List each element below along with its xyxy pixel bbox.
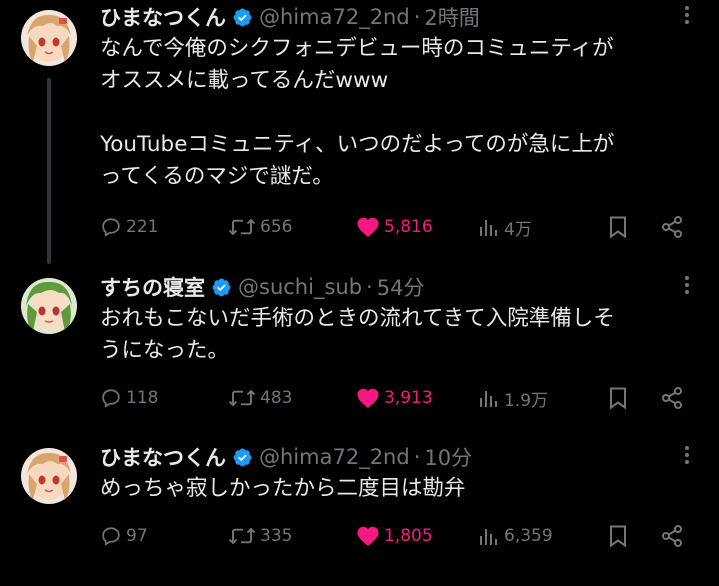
user-handle[interactable]: @hima72_2nd — [259, 445, 410, 469]
separator-dot: · — [413, 445, 421, 469]
views-icon — [480, 220, 497, 236]
views-count: 1.9万 — [504, 390, 549, 411]
retweet-icon — [228, 218, 256, 236]
reply-icon — [102, 389, 120, 408]
retweet-icon — [228, 389, 256, 407]
views-icon — [480, 529, 497, 545]
heart-icon — [357, 217, 379, 237]
bookmark-button[interactable] — [608, 383, 632, 413]
timestamp[interactable]: 54分 — [377, 272, 425, 302]
separator-dot: · — [366, 275, 373, 299]
tweet-line: うになった。 — [100, 338, 230, 363]
timestamp[interactable]: 2時間 — [424, 2, 479, 32]
share-icon — [662, 525, 682, 547]
like-button[interactable]: 1,805 — [356, 521, 433, 551]
like-count: 1,805 — [384, 526, 433, 546]
views-button[interactable]: 4万 — [478, 212, 532, 242]
more-icon[interactable] — [677, 274, 697, 296]
verified-badge-icon — [232, 7, 253, 28]
tweet-header: すちの寝室 @suchi_sub · 54分 — [100, 272, 424, 302]
separator-dot: · — [413, 5, 421, 29]
retweet-count: 335 — [260, 526, 293, 546]
share-icon — [662, 387, 682, 409]
retweet-button[interactable]: 335 — [228, 521, 292, 551]
display-name[interactable]: すちの寝室 — [100, 272, 205, 302]
tweet-line-blank — [100, 97, 700, 129]
tweet-line: なんで今俺のシクフォニデビュー時のコミュニティが — [100, 36, 614, 61]
tweet-text: めっちゃ寂しかったから二度目は勘弁 — [100, 473, 700, 505]
action-bar: 97 335 1,805 6,359 — [100, 521, 696, 551]
tweet-2[interactable]: すちの寝室 @suchi_sub · 54分 おれもこないだ手術のときの流れてき… — [0, 270, 719, 420]
bookmark-icon — [610, 216, 626, 239]
share-button[interactable] — [660, 212, 688, 242]
views-count: 4万 — [504, 219, 532, 240]
retweet-button[interactable]: 483 — [228, 383, 292, 413]
action-bar: 118 483 3,913 1.9万 — [100, 383, 696, 413]
tweet-header: ひまなつくん @hima72_2nd · 2時間 — [100, 2, 480, 32]
reply-count: 221 — [126, 217, 159, 237]
like-count: 3,913 — [384, 388, 433, 408]
share-button[interactable] — [660, 521, 688, 551]
retweet-icon — [228, 527, 256, 545]
tweet-3[interactable]: ひまなつくん @hima72_2nd · 10分 めっちゃ寂しかったから二度目は… — [0, 442, 719, 572]
reply-button[interactable]: 97 — [100, 521, 148, 551]
views-count: 6,359 — [504, 526, 553, 546]
heart-icon — [357, 526, 379, 546]
verified-badge-icon — [211, 277, 232, 298]
bookmark-icon — [610, 525, 626, 548]
heart-icon — [357, 388, 379, 408]
share-button[interactable] — [660, 383, 688, 413]
display-name[interactable]: ひまなつくん — [100, 442, 226, 472]
tweet-line: YouTubeコミュニティ、いつのだよってのが急に上が — [100, 132, 615, 157]
avatar-suchi[interactable] — [21, 278, 77, 334]
like-button[interactable]: 3,913 — [356, 383, 433, 413]
views-button[interactable]: 6,359 — [478, 521, 553, 551]
avatar-himanatsu[interactable] — [21, 448, 77, 504]
verified-badge-icon — [232, 447, 253, 468]
reply-button[interactable]: 118 — [100, 383, 158, 413]
views-icon — [480, 391, 497, 407]
bookmark-button[interactable] — [608, 521, 632, 551]
display-name[interactable]: ひまなつくん — [100, 2, 226, 32]
tweet-line: めっちゃ寂しかったから二度目は勘弁 — [100, 476, 466, 501]
retweet-count: 656 — [260, 217, 293, 237]
reply-icon — [102, 218, 120, 237]
reply-count: 118 — [126, 388, 159, 408]
next-tweet-cutoff — [30, 578, 230, 586]
share-icon — [662, 216, 682, 238]
tweet-header: ひまなつくん @hima72_2nd · 10分 — [100, 442, 472, 472]
user-handle[interactable]: @suchi_sub — [238, 275, 362, 299]
timestamp[interactable]: 10分 — [424, 442, 472, 472]
retweet-count: 483 — [260, 388, 293, 408]
bookmark-button[interactable] — [608, 212, 632, 242]
reply-icon — [102, 527, 120, 546]
tweet-text: おれもこないだ手術のときの流れてきて入院準備しそ うになった。 — [100, 303, 700, 367]
like-count: 5,816 — [384, 217, 433, 237]
action-bar: 221 656 5,816 4万 — [100, 212, 696, 242]
tweet-line: ってくるのマジで謎だ。 — [100, 164, 334, 189]
tweet-line: オススメに載ってるんだwww — [100, 68, 389, 93]
user-handle[interactable]: @hima72_2nd — [259, 5, 410, 29]
more-icon[interactable] — [677, 444, 697, 466]
avatar-himanatsu[interactable] — [21, 10, 77, 66]
tweet-text: なんで今俺のシクフォニデビュー時のコミュニティが オススメに載ってるんだwww … — [100, 33, 700, 193]
views-button[interactable]: 1.9万 — [478, 383, 548, 413]
like-button[interactable]: 5,816 — [356, 212, 433, 242]
reply-count: 97 — [126, 526, 148, 546]
tweet-1[interactable]: ひまなつくん @hima72_2nd · 2時間 なんで今俺のシクフォニデビュー… — [0, 0, 719, 262]
reply-button[interactable]: 221 — [100, 212, 158, 242]
retweet-button[interactable]: 656 — [228, 212, 292, 242]
bookmark-icon — [610, 387, 626, 410]
more-icon[interactable] — [677, 4, 697, 26]
tweet-line: おれもこないだ手術のときの流れてきて入院準備しそ — [100, 306, 615, 331]
